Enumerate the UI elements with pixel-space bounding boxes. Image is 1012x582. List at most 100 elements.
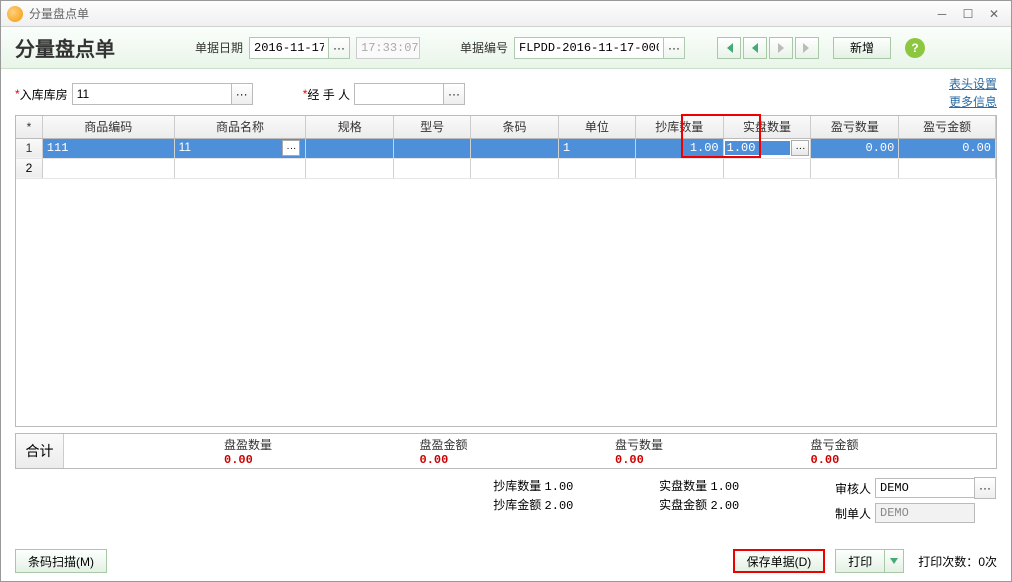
col-name[interactable]: 商品名称 <box>174 116 306 138</box>
help-icon[interactable]: ? <box>905 38 925 58</box>
actualqty-value[interactable]: 1.00 <box>725 141 791 155</box>
print-button[interactable]: 打印 <box>835 549 885 573</box>
cell-model[interactable] <box>394 138 471 158</box>
creator-label: 制单人 <box>825 505 871 522</box>
barcode-scan-button[interactable]: 条码扫描(M) <box>15 549 107 573</box>
actual-qty-value: 1.00 <box>710 480 739 494</box>
stock-amt-label: 抄库金额 <box>493 498 541 512</box>
nav-first-button[interactable] <box>717 37 741 59</box>
stock-qty-value: 1.00 <box>545 480 574 494</box>
handler-label: 经 手 人 <box>307 86 350 103</box>
row-number: 2 <box>16 158 42 178</box>
date-label: 单据日期 <box>195 39 243 56</box>
summary-row: 抄库数量 1.00 抄库金额 2.00 实盘数量 1.00 实盘金额 2.00 … <box>1 469 1011 527</box>
cell-barcode[interactable] <box>471 138 559 158</box>
nav-last-button[interactable] <box>795 37 819 59</box>
close-button[interactable]: ✕ <box>983 6 1005 22</box>
col-diffamt[interactable]: 盈亏金额 <box>899 116 996 138</box>
nav-prev-button[interactable] <box>743 37 767 59</box>
cell-diffqty[interactable] <box>811 158 899 178</box>
data-grid[interactable]: * 商品编码 商品名称 规格 型号 条码 单位 抄库数量 实盘数量 盈亏数量 盈… <box>15 115 997 427</box>
reviewer-label: 审核人 <box>825 480 871 497</box>
time-display: 17:33:07 <box>356 37 420 59</box>
reviewer-input[interactable] <box>875 478 975 498</box>
cell-unit[interactable] <box>558 158 635 178</box>
app-icon <box>7 6 23 22</box>
footer-bar: 条码扫描(M) 保存单据(D) 打印 打印次数： 0次 <box>15 549 997 573</box>
cell-name[interactable] <box>174 158 306 178</box>
actual-amt-label: 实盘金额 <box>659 498 707 512</box>
warehouse-input[interactable] <box>72 83 232 105</box>
row-number: 1 <box>16 138 42 158</box>
actual-amt-value: 2.00 <box>710 499 739 513</box>
nav-next-button[interactable] <box>769 37 793 59</box>
surplus-amt-value: 0.00 <box>420 453 596 467</box>
surplus-amt-label: 盘盈金额 <box>420 436 596 453</box>
actual-qty-label: 实盘数量 <box>659 479 707 493</box>
cell-actualqty[interactable] <box>723 158 811 178</box>
cell-spec[interactable] <box>306 138 394 158</box>
print-dropdown-button[interactable] <box>884 549 904 573</box>
date-input[interactable] <box>249 37 329 59</box>
col-actualqty[interactable]: 实盘数量 <box>723 116 811 138</box>
cell-model[interactable] <box>394 158 471 178</box>
minimize-button[interactable]: ─ <box>931 6 953 22</box>
cell-barcode[interactable] <box>471 158 559 178</box>
col-spec[interactable]: 规格 <box>306 116 394 138</box>
cell-name[interactable]: 11··· <box>174 138 306 158</box>
print-count-value: 0次 <box>978 553 997 570</box>
handler-input[interactable] <box>354 83 444 105</box>
creator-input <box>875 503 975 523</box>
print-count-label: 打印次数： <box>918 553 978 570</box>
cell-diffqty[interactable]: 0.00 <box>811 138 899 158</box>
cell-spec[interactable] <box>306 158 394 178</box>
cell-diffamt[interactable] <box>899 158 996 178</box>
docno-input[interactable] <box>514 37 664 59</box>
warehouse-picker-button[interactable]: ··· <box>231 83 253 105</box>
cell-code[interactable] <box>42 158 174 178</box>
name-picker-button[interactable]: ··· <box>282 140 300 156</box>
surplus-qty-label: 盘盈数量 <box>224 436 400 453</box>
surplus-qty-value: 0.00 <box>224 453 400 467</box>
stock-qty-label: 抄库数量 <box>493 479 541 493</box>
new-button[interactable]: 新增 <box>833 37 891 59</box>
header-bar: 分量盘点单 单据日期 ··· 17:33:07 单据编号 ··· 新增 ? <box>1 27 1011 69</box>
deficit-amt-label: 盘亏金额 <box>811 436 987 453</box>
cell-actualqty-editing[interactable]: 1.00 ··· <box>723 138 811 158</box>
totals-label: 合计 <box>16 434 64 468</box>
table-row[interactable]: 1 111 11··· 1 1.00 1.00 ··· <box>16 138 996 158</box>
docno-picker-button[interactable]: ··· <box>663 37 685 59</box>
save-button[interactable]: 保存单据(D) <box>733 549 826 573</box>
col-diffqty[interactable]: 盈亏数量 <box>811 116 899 138</box>
reviewer-picker-button[interactable]: ··· <box>974 477 996 499</box>
titlebar: 分量盘点单 ─ ☐ ✕ <box>1 1 1011 27</box>
warehouse-label: 入库库房 <box>20 86 68 103</box>
totals-bar: 合计 盘盈数量0.00 盘盈金额0.00 盘亏数量0.00 盘亏金额0.00 <box>15 433 997 469</box>
link-column: 表头设置 更多信息 <box>949 75 997 111</box>
col-model[interactable]: 型号 <box>394 116 471 138</box>
deficit-qty-label: 盘亏数量 <box>615 436 791 453</box>
page-title: 分量盘点单 <box>15 33 115 62</box>
more-info-link[interactable]: 更多信息 <box>949 93 997 111</box>
col-barcode[interactable]: 条码 <box>471 116 559 138</box>
docno-label: 单据编号 <box>460 39 508 56</box>
table-row[interactable]: 2 <box>16 158 996 178</box>
actualqty-picker-button[interactable]: ··· <box>791 140 809 156</box>
col-unit[interactable]: 单位 <box>558 116 635 138</box>
cell-code[interactable]: 111 <box>42 138 174 158</box>
form-row: * 入库库房 ··· * 经 手 人 ··· <box>1 69 1011 115</box>
cell-stockqty[interactable] <box>635 158 723 178</box>
col-code[interactable]: 商品编码 <box>42 116 174 138</box>
window-title: 分量盘点单 <box>29 5 927 22</box>
maximize-button[interactable]: ☐ <box>957 6 979 22</box>
date-picker-button[interactable]: ··· <box>328 37 350 59</box>
header-settings-link[interactable]: 表头设置 <box>949 75 997 93</box>
handler-picker-button[interactable]: ··· <box>443 83 465 105</box>
col-stockqty[interactable]: 抄库数量 <box>635 116 723 138</box>
deficit-qty-value: 0.00 <box>615 453 791 467</box>
deficit-amt-value: 0.00 <box>811 453 987 467</box>
cell-diffamt[interactable]: 0.00 <box>899 138 996 158</box>
cell-unit[interactable]: 1 <box>558 138 635 158</box>
cell-stockqty[interactable]: 1.00 <box>635 138 723 158</box>
col-rownum[interactable]: * <box>16 116 42 138</box>
